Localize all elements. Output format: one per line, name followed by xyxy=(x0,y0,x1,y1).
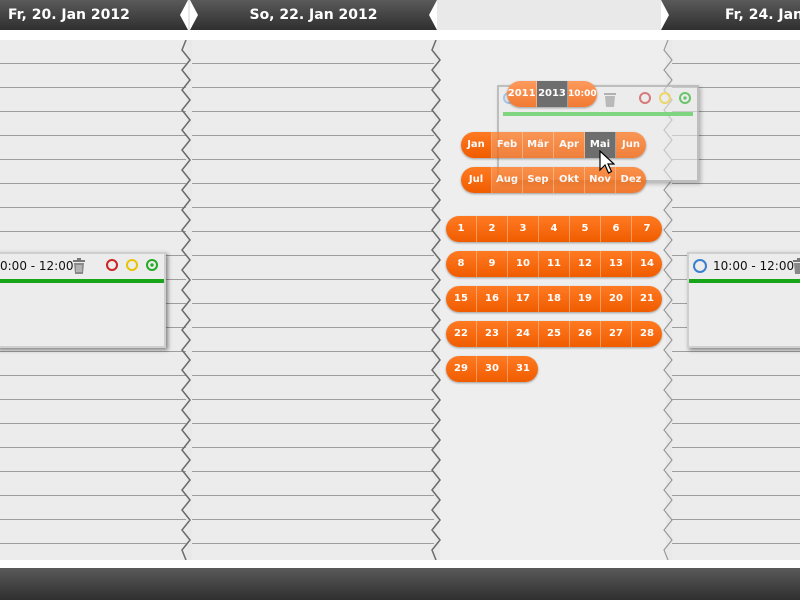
date-label: Fr, 20. Jan 2012 xyxy=(8,7,130,23)
day-cell[interactable]: 23 xyxy=(477,321,508,347)
trash-icon[interactable] xyxy=(792,258,800,274)
footer-gap xyxy=(0,560,800,568)
day-cell[interactable]: 15 xyxy=(446,286,477,312)
date-label: So, 22. Jan 2012 xyxy=(249,7,378,23)
month-apr[interactable]: Apr xyxy=(554,132,585,158)
day-cell[interactable]: 22 xyxy=(446,321,477,347)
month-mar[interactable]: Mär xyxy=(523,132,554,158)
check-icon[interactable] xyxy=(693,259,707,273)
day-cell[interactable]: 20 xyxy=(601,286,632,312)
year-cell[interactable]: 2011 xyxy=(507,81,538,107)
month-sep[interactable]: Sep xyxy=(523,167,554,193)
day-row-1: 1 2 3 4 5 6 7 xyxy=(446,216,662,242)
month-row-1: Jan Feb Mär Apr Mai Jun xyxy=(461,132,646,158)
status-bar xyxy=(503,112,693,116)
day-cell[interactable]: 16 xyxy=(477,286,508,312)
year-cell[interactable]: 10:00 - 12:00 xyxy=(567,81,597,107)
status-green-icon xyxy=(679,92,691,104)
day-cell[interactable]: 2 xyxy=(477,216,508,242)
day-cell[interactable]: 30 xyxy=(477,356,508,382)
event-time: 0:00 - 12:00 xyxy=(0,259,74,273)
date-tab-fr-24[interactable]: Fr, 24. Jan xyxy=(661,0,800,30)
day-cell[interactable]: 11 xyxy=(539,251,570,277)
day-row-2: 8 9 10 11 12 13 14 xyxy=(446,251,662,277)
day-row-4: 22 23 24 25 26 27 28 xyxy=(446,321,662,347)
day-cell[interactable]: 17 xyxy=(508,286,539,312)
event-card-right[interactable]: 10:00 - 12:00 xyxy=(687,252,800,348)
day-cell[interactable]: 7 xyxy=(632,216,662,242)
day-cell[interactable]: 4 xyxy=(539,216,570,242)
mouse-cursor-icon xyxy=(599,150,615,174)
date-label: Fr, 24. Jan xyxy=(725,7,800,23)
day-cell[interactable]: 19 xyxy=(570,286,601,312)
day-cell[interactable]: 12 xyxy=(570,251,601,277)
status-bar xyxy=(0,279,164,283)
day-cell[interactable]: 27 xyxy=(601,321,632,347)
status-yellow-icon xyxy=(659,92,671,104)
status-yellow-icon[interactable] xyxy=(126,259,138,271)
month-dez[interactable]: Dez xyxy=(616,167,646,193)
event-card-left[interactable]: 0:00 - 12:00 xyxy=(0,252,166,348)
trash-icon xyxy=(604,93,616,107)
day-cell[interactable]: 28 xyxy=(632,321,662,347)
month-okt[interactable]: Okt xyxy=(554,167,585,193)
day-cell[interactable]: 26 xyxy=(570,321,601,347)
year-cell-selected[interactable]: 2013 xyxy=(537,81,568,107)
status-bar xyxy=(689,279,800,283)
day-cell[interactable]: 25 xyxy=(539,321,570,347)
day-cell[interactable]: 21 xyxy=(632,286,662,312)
month-jun[interactable]: Jun xyxy=(616,132,646,158)
day-cell[interactable]: 3 xyxy=(508,216,539,242)
date-tab-so-22[interactable]: So, 22. Jan 2012 xyxy=(190,0,437,30)
day-cell[interactable]: 10 xyxy=(508,251,539,277)
day-cell[interactable]: 24 xyxy=(508,321,539,347)
day-row-5: 29 30 31 xyxy=(446,356,538,382)
event-time: 10:00 - 12:00 xyxy=(713,259,795,273)
status-green-icon[interactable] xyxy=(146,259,158,271)
day-cell[interactable]: 5 xyxy=(570,216,601,242)
month-jul[interactable]: Jul xyxy=(461,167,492,193)
day-row-3: 15 16 17 18 19 20 21 xyxy=(446,286,662,312)
year-picker[interactable]: 2011 2013 10:00 - 12:00 xyxy=(507,81,597,107)
day-cell[interactable]: 14 xyxy=(632,251,662,277)
month-aug[interactable]: Aug xyxy=(492,167,523,193)
status-red-icon[interactable] xyxy=(106,259,118,271)
day-cell[interactable]: 1 xyxy=(446,216,477,242)
day-cell[interactable]: 13 xyxy=(601,251,632,277)
date-tab-fr-20[interactable]: Fr, 20. Jan 2012 xyxy=(0,0,188,30)
bottom-toolbar xyxy=(0,568,800,600)
header-gap xyxy=(0,30,800,40)
day-cell[interactable]: 29 xyxy=(446,356,477,382)
day-cell[interactable]: 31 xyxy=(508,356,538,382)
day-cell[interactable]: 6 xyxy=(601,216,632,242)
column-separator xyxy=(430,40,444,560)
trash-icon[interactable] xyxy=(72,258,86,274)
day-cell[interactable]: 8 xyxy=(446,251,477,277)
day-cell[interactable]: 9 xyxy=(477,251,508,277)
day-column-2[interactable] xyxy=(192,40,434,560)
column-separator xyxy=(180,40,194,560)
month-row-2: Jul Aug Sep Okt Nov Dez xyxy=(461,167,646,193)
status-red-icon xyxy=(639,92,651,104)
month-jan[interactable]: Jan xyxy=(461,132,492,158)
month-feb[interactable]: Feb xyxy=(492,132,523,158)
day-cell[interactable]: 18 xyxy=(539,286,570,312)
